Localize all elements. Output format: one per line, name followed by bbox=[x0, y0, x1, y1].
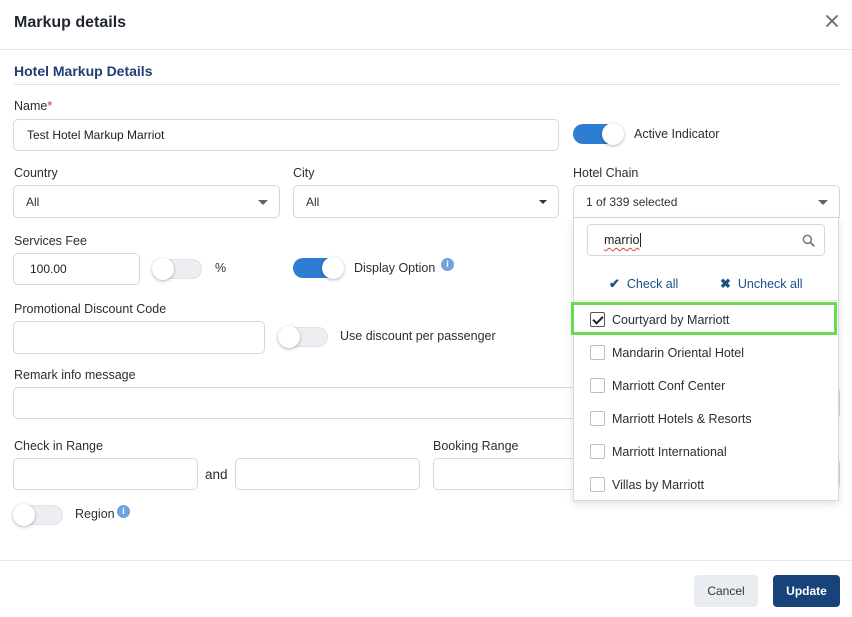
info-icon[interactable]: i bbox=[117, 505, 130, 518]
toggle-knob bbox=[278, 326, 300, 348]
toggle-knob bbox=[322, 257, 344, 279]
hotel-chain-label: Hotel Chain bbox=[573, 166, 639, 180]
hotel-chain-dropdown: marrio ✔ Check all ✖ Uncheck all Courtyard… bbox=[573, 218, 839, 501]
close-icon[interactable] bbox=[824, 13, 840, 29]
option-label: Marriott Hotels & Resorts bbox=[612, 411, 752, 426]
name-input[interactable]: Test Hotel Markup Marriot bbox=[13, 119, 559, 151]
percent-toggle[interactable] bbox=[152, 258, 202, 280]
search-icon bbox=[802, 234, 815, 247]
toggle-knob bbox=[602, 123, 624, 145]
name-label-text: Name bbox=[14, 99, 48, 113]
x-icon: ✖ bbox=[720, 276, 731, 291]
text-cursor bbox=[640, 233, 642, 247]
check-all-label: Check all bbox=[626, 277, 679, 291]
chevron-down-icon bbox=[258, 200, 268, 205]
active-indicator-label: Active Indicator bbox=[634, 127, 720, 141]
required-mark: * bbox=[47, 99, 53, 113]
promo-code-label: Promotional Discount Code bbox=[14, 302, 167, 316]
update-button[interactable]: Update bbox=[773, 575, 840, 607]
check-in-end-input[interactable] bbox=[235, 458, 420, 490]
services-fee-value: 100.00 bbox=[30, 262, 67, 276]
region-toggle[interactable] bbox=[13, 504, 63, 526]
option-label: Marriott International bbox=[612, 444, 727, 459]
and-label: and bbox=[205, 467, 228, 482]
check-in-range-label: Check in Range bbox=[14, 439, 103, 453]
country-label: Country bbox=[14, 166, 58, 180]
booking-range-label: Booking Range bbox=[433, 439, 519, 453]
hotel-chain-select-value: 1 of 339 selected bbox=[586, 194, 678, 209]
services-fee-input[interactable]: 100.00 bbox=[13, 253, 140, 285]
section-title: Hotel Markup Details bbox=[14, 63, 153, 79]
display-option-toggle[interactable] bbox=[293, 257, 344, 279]
uncheck-all-label: Uncheck all bbox=[737, 277, 803, 291]
checkbox[interactable] bbox=[590, 378, 605, 393]
hotel-chain-search-input[interactable]: marrio bbox=[587, 224, 825, 256]
city-select[interactable]: All bbox=[293, 185, 559, 218]
display-option-label: Display Option bbox=[354, 261, 436, 275]
chevron-down-icon bbox=[539, 200, 547, 204]
search-input-value: marrio bbox=[604, 233, 640, 247]
dropdown-divider bbox=[574, 300, 838, 301]
remark-label: Remark info message bbox=[14, 368, 136, 382]
checkbox[interactable] bbox=[590, 477, 605, 492]
city-select-value: All bbox=[306, 194, 320, 209]
name-input-value: Test Hotel Markup Marriot bbox=[27, 128, 165, 142]
info-icon[interactable]: i bbox=[441, 258, 454, 271]
toggle-knob bbox=[13, 504, 35, 526]
checkbox[interactable] bbox=[590, 345, 605, 360]
country-select-value: All bbox=[26, 194, 40, 209]
checkbox[interactable] bbox=[590, 444, 605, 459]
dropdown-option[interactable]: Mandarin Oriental Hotel bbox=[574, 336, 838, 369]
checkmark-icon: ✔ bbox=[609, 276, 620, 291]
dropdown-option[interactable]: Marriott Conf Center bbox=[574, 369, 838, 402]
country-select[interactable]: All bbox=[13, 185, 280, 218]
option-label: Marriott Conf Center bbox=[612, 378, 726, 393]
dropdown-option[interactable]: Marriott International bbox=[574, 435, 838, 468]
percent-label: % bbox=[215, 261, 227, 275]
promo-code-input[interactable] bbox=[13, 321, 265, 354]
modal-header: Markup details bbox=[0, 0, 852, 50]
active-indicator-toggle[interactable] bbox=[573, 123, 624, 145]
check-all-button[interactable]: ✔ Check all bbox=[609, 276, 678, 292]
dropdown-option[interactable]: Villas by Marriott bbox=[574, 468, 838, 501]
cancel-button[interactable]: Cancel bbox=[694, 575, 758, 607]
option-label: Villas by Marriott bbox=[612, 477, 705, 492]
hotel-chain-select[interactable]: 1 of 339 selected bbox=[573, 185, 840, 218]
check-in-start-input[interactable] bbox=[13, 458, 198, 490]
checkbox[interactable] bbox=[590, 411, 605, 426]
chevron-down-icon bbox=[818, 200, 828, 205]
uncheck-all-button[interactable]: ✖ Uncheck all bbox=[720, 276, 803, 292]
name-label: Name* bbox=[14, 99, 52, 113]
region-label: Region bbox=[75, 507, 115, 521]
dropdown-option[interactable]: Marriott Hotels & Resorts bbox=[574, 402, 838, 435]
footer-divider bbox=[0, 560, 852, 561]
services-fee-label: Services Fee bbox=[14, 234, 87, 248]
toggle-knob bbox=[152, 258, 174, 280]
discount-per-passenger-toggle[interactable] bbox=[278, 326, 328, 348]
markup-details-modal: Markup details Hotel Markup Details Name… bbox=[0, 0, 852, 617]
discount-per-passenger-label: Use discount per passenger bbox=[340, 329, 496, 343]
city-label: City bbox=[293, 166, 315, 180]
selection-highlight bbox=[571, 302, 837, 335]
section-divider bbox=[14, 84, 840, 85]
option-label: Mandarin Oriental Hotel bbox=[612, 345, 745, 360]
modal-title: Markup details bbox=[14, 14, 127, 31]
